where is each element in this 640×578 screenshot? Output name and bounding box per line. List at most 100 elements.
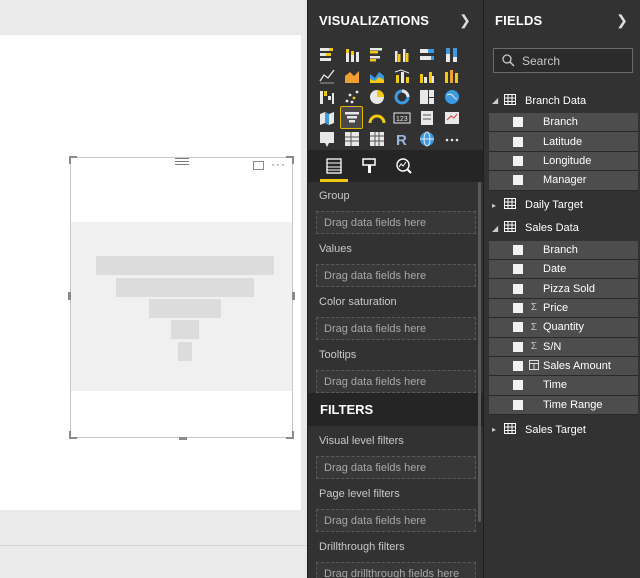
- field-row[interactable]: Latitude: [489, 132, 638, 152]
- expanded-arrow-icon[interactable]: ◢: [492, 96, 504, 105]
- ribbon-chart-icon[interactable]: [441, 65, 462, 86]
- format-tab-icon[interactable]: [358, 155, 380, 177]
- donut-chart-icon[interactable]: [391, 86, 412, 107]
- well-label: Group: [319, 190, 350, 202]
- treemap-icon[interactable]: [416, 86, 437, 107]
- expanded-arrow-icon[interactable]: ◢: [492, 224, 504, 233]
- field-row[interactable]: Date: [489, 259, 638, 280]
- collapsed-arrow-icon[interactable]: ▸: [492, 201, 504, 210]
- line-and-clustered-column-chart-icon[interactable]: [416, 65, 437, 86]
- table-node[interactable]: ▸ Daily Target: [484, 195, 640, 216]
- drop-zone[interactable]: Drag data fields here: [316, 509, 476, 532]
- more-options-icon[interactable]: ···: [271, 157, 286, 171]
- gauge-icon[interactable]: [366, 107, 387, 128]
- collapse-chevron-icon[interactable]: ❯: [616, 12, 628, 29]
- field-checkbox[interactable]: [513, 361, 523, 372]
- field-row[interactable]: Manager: [489, 171, 638, 191]
- drillthrough-filters: Drillthrough filters Drag drillthrough f…: [308, 532, 484, 578]
- resize-handle-bottom[interactable]: [179, 437, 187, 440]
- clustered-column-chart-icon[interactable]: [391, 44, 412, 65]
- field-row[interactable]: Time Range: [489, 395, 638, 416]
- drop-zone[interactable]: Drag data fields here: [316, 370, 476, 393]
- well-tooltips: Tooltips Drag data fields here: [308, 341, 484, 394]
- line-chart-icon[interactable]: [316, 65, 337, 86]
- field-checkbox[interactable]: [513, 117, 523, 128]
- filters-section: Visual level filters Drag data fields he…: [308, 426, 484, 578]
- field-checkbox[interactable]: [513, 302, 523, 313]
- scatter-chart-icon[interactable]: [341, 86, 362, 107]
- resize-handle-top-right[interactable]: [286, 156, 294, 164]
- field-name: Manager: [543, 174, 587, 187]
- 100-stacked-column-chart-icon[interactable]: [441, 44, 462, 65]
- resize-handle-bottom-right[interactable]: [286, 431, 294, 439]
- field-row[interactable]: Branch: [489, 113, 638, 133]
- field-row[interactable]: Σ S/N: [489, 337, 638, 357]
- focus-mode-icon[interactable]: [253, 161, 264, 170]
- stacked-area-chart-icon[interactable]: [366, 65, 387, 86]
- field-checkbox[interactable]: [513, 341, 523, 352]
- search-input[interactable]: Search: [493, 48, 633, 73]
- collapse-chevron-icon[interactable]: ❯: [459, 12, 471, 29]
- table-node[interactable]: ▸ Sales Target: [484, 419, 640, 440]
- analytics-tab-icon[interactable]: [393, 155, 415, 177]
- table-name: Daily Target: [525, 199, 583, 212]
- drop-zone[interactable]: Drag data fields here: [316, 456, 476, 479]
- funnel-visual[interactable]: ···: [68, 156, 295, 440]
- drop-zone[interactable]: Drag drillthrough fields here: [316, 562, 476, 578]
- field-checkbox[interactable]: [513, 399, 523, 410]
- drag-grip-icon[interactable]: [175, 158, 189, 166]
- matrix-icon[interactable]: [366, 128, 387, 149]
- filled-map-icon[interactable]: [316, 107, 337, 128]
- more-visuals-icon[interactable]: [441, 128, 462, 149]
- funnel-icon[interactable]: [340, 106, 363, 129]
- collapsed-arrow-icon[interactable]: ▸: [492, 425, 504, 434]
- field-row[interactable]: Time: [489, 376, 638, 396]
- line-and-stacked-column-chart-icon[interactable]: [391, 65, 412, 86]
- drop-zone[interactable]: Drag data fields here: [316, 211, 476, 234]
- resize-handle-bottom-left[interactable]: [69, 431, 77, 439]
- stacked-bar-chart-icon[interactable]: [316, 44, 337, 65]
- table-icon[interactable]: [341, 128, 362, 149]
- field-name: Branch: [543, 243, 578, 256]
- multi-row-card-icon[interactable]: [416, 107, 437, 128]
- field-name: Time: [543, 379, 568, 392]
- resize-handle-top-left[interactable]: [69, 156, 77, 164]
- table-icon: [504, 422, 516, 437]
- area-chart-icon[interactable]: [341, 65, 362, 86]
- slicer-icon[interactable]: [316, 128, 337, 149]
- stacked-column-chart-icon[interactable]: [341, 44, 362, 65]
- field-checkbox[interactable]: [513, 380, 523, 391]
- table-node[interactable]: ◢ Branch Data: [484, 90, 640, 111]
- table-icon: [504, 198, 516, 212]
- kpi-icon[interactable]: [441, 107, 462, 128]
- field-row[interactable]: Longitude: [489, 151, 638, 172]
- globe-icon[interactable]: [416, 128, 437, 149]
- field-checkbox[interactable]: [513, 155, 523, 166]
- card-icon[interactable]: 123: [391, 107, 412, 128]
- field-checkbox[interactable]: [513, 136, 523, 147]
- field-name: Latitude: [543, 135, 583, 148]
- field-checkbox[interactable]: [513, 264, 523, 275]
- r-script-visual-icon[interactable]: R: [391, 128, 412, 149]
- table-node[interactable]: ◢ Sales Data: [484, 218, 640, 239]
- field-name: Pizza Sold: [543, 282, 595, 295]
- clustered-bar-chart-icon[interactable]: [366, 44, 387, 65]
- map-icon[interactable]: [441, 86, 462, 107]
- field-row[interactable]: Sales Amount: [489, 356, 638, 377]
- field-checkbox[interactable]: [513, 322, 523, 333]
- pie-chart-icon[interactable]: [366, 86, 387, 107]
- field-row[interactable]: Σ Price: [489, 298, 638, 319]
- 100-stacked-bar-chart-icon[interactable]: [416, 44, 437, 65]
- fields-tab-icon[interactable]: [323, 155, 345, 177]
- drop-zone[interactable]: Drag data fields here: [316, 264, 476, 287]
- field-row[interactable]: Branch: [489, 240, 638, 260]
- field-checkbox[interactable]: [513, 283, 523, 294]
- resize-handle-right[interactable]: [292, 292, 295, 300]
- field-checkbox[interactable]: [513, 244, 523, 255]
- drop-zone[interactable]: Drag data fields here: [316, 317, 476, 340]
- scrollbar[interactable]: [478, 182, 481, 522]
- field-row[interactable]: Pizza Sold: [489, 279, 638, 299]
- field-row[interactable]: Σ Quantity: [489, 318, 638, 338]
- waterfall-chart-icon[interactable]: [316, 86, 337, 107]
- field-checkbox[interactable]: [513, 175, 523, 186]
